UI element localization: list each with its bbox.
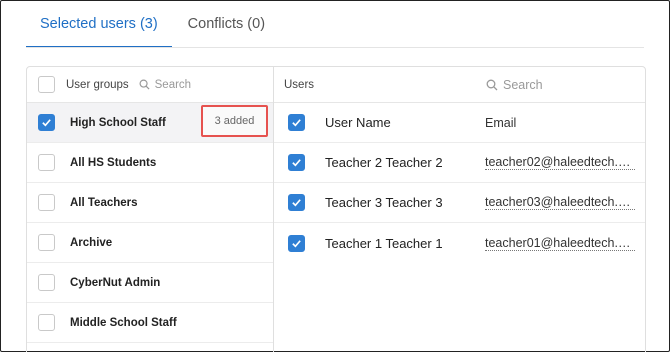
- user-email: teacher01@haleedtech.com: [485, 235, 635, 251]
- tab-conflicts[interactable]: Conflicts (0): [174, 0, 279, 48]
- group-label: Archive: [70, 236, 113, 249]
- user-name: Teacher 1 Teacher 1: [325, 235, 443, 251]
- group-label: High School Staff: [70, 116, 166, 129]
- user-checkbox[interactable]: [288, 194, 305, 211]
- users-header: Users Search: [274, 67, 645, 103]
- group-label: All Teachers: [70, 196, 138, 209]
- users-pane: Users Search User Name Email Teacher 2 T…: [274, 67, 645, 352]
- group-row-cybernut-admin[interactable]: CyberNut Admin: [27, 263, 273, 303]
- user-row[interactable]: Teacher 3 Teacher 3 teacher03@haleedtech…: [274, 183, 645, 223]
- user-name: Teacher 3 Teacher 3: [325, 195, 443, 210]
- group-row-high-school-staff[interactable]: High School Staff 3 added: [27, 103, 273, 143]
- user-checkbox[interactable]: [288, 154, 305, 171]
- tab-bar: Selected users (3) Conflicts (0): [26, 0, 279, 48]
- group-checkbox[interactable]: [38, 114, 55, 131]
- groups-search-placeholder: Search: [154, 78, 192, 91]
- group-label: Middle School Staff: [70, 316, 177, 329]
- user-name: Teacher 2 Teacher 2: [325, 155, 443, 170]
- user-checkbox[interactable]: [288, 234, 305, 252]
- group-row-all-teachers[interactable]: All Teachers: [27, 183, 273, 223]
- users-column-header: User Name Email: [274, 103, 645, 143]
- group-checkbox[interactable]: [38, 274, 55, 291]
- column-user-name[interactable]: User Name: [325, 115, 391, 130]
- tab-divider: [26, 47, 644, 48]
- user-groups-label: User groups: [66, 78, 129, 91]
- user-email: teacher02@haleedtech.com: [485, 155, 635, 170]
- check-icon: [292, 159, 301, 167]
- group-row-all-hs-students[interactable]: All HS Students: [27, 143, 273, 183]
- group-label: All HS Students: [70, 156, 157, 169]
- search-icon: [139, 79, 150, 90]
- search-icon: [486, 79, 498, 91]
- user-row[interactable]: Teacher 2 Teacher 2 teacher02@haleedtech…: [274, 143, 645, 183]
- group-checkbox[interactable]: [38, 234, 55, 251]
- check-icon: [42, 119, 51, 127]
- group-checkbox[interactable]: [38, 194, 55, 211]
- user-row[interactable]: Teacher 1 Teacher 1 teacher01@haleedtech…: [274, 223, 645, 263]
- select-all-users-checkbox[interactable]: [288, 114, 305, 131]
- column-email[interactable]: Email: [485, 116, 635, 130]
- check-icon: [292, 239, 301, 247]
- check-icon: [292, 199, 301, 207]
- group-row-middle-school-staff[interactable]: Middle School Staff: [27, 303, 273, 343]
- group-checkbox[interactable]: [38, 314, 55, 331]
- check-icon: [292, 119, 301, 127]
- added-count-badge: 3 added: [201, 105, 268, 137]
- user-groups-header: User groups Search: [27, 67, 273, 103]
- select-all-groups-checkbox[interactable]: [38, 76, 55, 93]
- groups-search-input[interactable]: Search: [139, 79, 191, 91]
- tab-selected-users[interactable]: Selected users (3): [26, 0, 172, 48]
- users-search-placeholder: Search: [503, 78, 543, 92]
- group-checkbox[interactable]: [38, 154, 55, 171]
- users-search-input[interactable]: Search: [486, 67, 543, 103]
- users-label: Users: [284, 78, 315, 91]
- group-row-archive[interactable]: Archive: [27, 223, 273, 263]
- selection-panel: User groups Search High School Staff 3 a…: [26, 66, 646, 352]
- group-label: CyberNut Admin: [70, 276, 161, 289]
- user-email: teacher03@haleedtech.com: [485, 195, 635, 210]
- user-groups-pane: User groups Search High School Staff 3 a…: [27, 67, 274, 352]
